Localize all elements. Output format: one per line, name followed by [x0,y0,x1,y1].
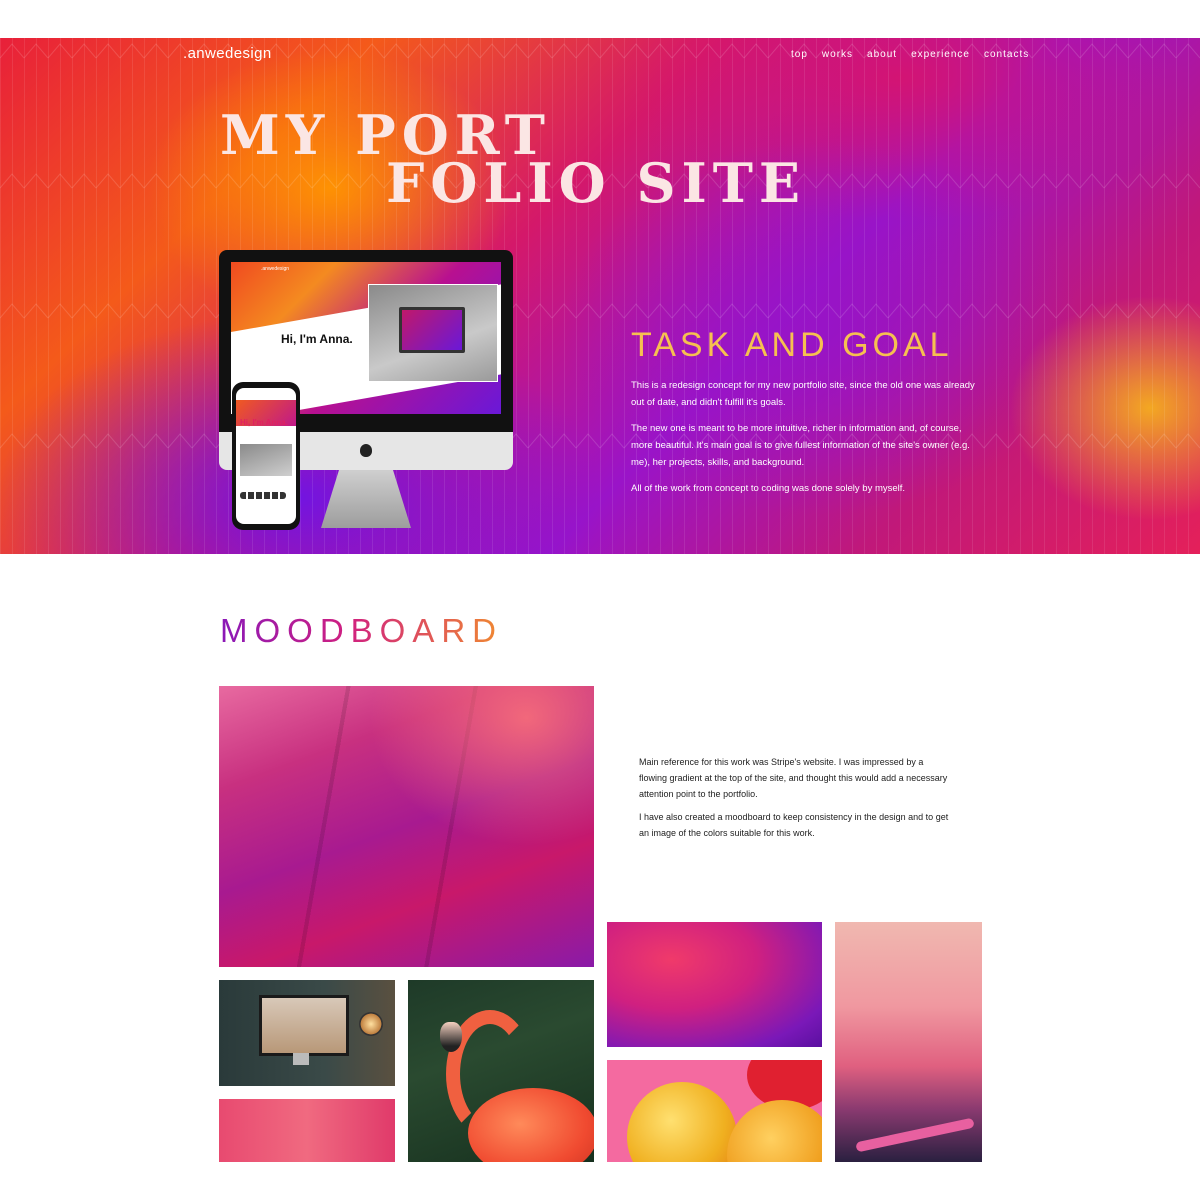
moodboard-photo-mango [607,1060,822,1162]
page-title-line2: FOLIO SITE [386,151,807,215]
mango-right [727,1100,822,1162]
nav-contacts[interactable]: contacts [984,49,1029,60]
task-paragraph: The new one is meant to be more intuitiv… [631,423,970,468]
moodboard-paragraph: Main reference for this work was Stripe'… [639,757,948,799]
nav-experience[interactable]: experience [911,49,970,60]
main-nav: top works about experience contacts [791,49,1029,60]
task-paragraph: All of the work from concept to coding w… [631,483,906,494]
imac-stand [321,470,411,528]
task-goal-heading: TASK AND GOAL [631,326,953,364]
mockup-laptop-photo [368,284,498,382]
phone-laptop-photo [240,444,292,476]
moodboard-photo-pink [219,1099,395,1162]
phone-skill-icons [240,492,286,499]
site-logo[interactable]: .anwedesign [183,45,272,62]
nav-works[interactable]: works [822,49,853,60]
hero-section: .anwedesign top works about experience c… [0,38,1200,554]
page-title: MY PORT FOLIO SITE [220,108,806,210]
desk-lamp [359,1012,383,1036]
mockup-greeting: Hi, I'm Anna. [281,332,353,346]
moodboard-photo-imac [219,980,395,1086]
task-paragraph: This is a redesign concept for my new po… [631,380,975,408]
desk-imac-stand [293,1053,309,1065]
moodboard-text: Main reference for this work was Stripe'… [639,754,949,848]
flamingo-beak [440,1022,462,1052]
building-highlight [369,686,594,846]
moodboard-photo-building [219,686,594,967]
desk-imac-screen [259,995,349,1056]
mango-left [627,1082,737,1162]
moodboard-photo-flamingo [408,980,594,1162]
moodboard-photo-galaxy [607,922,822,1047]
sunset-river [855,1117,975,1153]
mockup-logo: .anwedesign [261,266,290,272]
nav-top[interactable]: top [791,49,808,60]
moodboard-paragraph: I have also created a moodboard to keep … [639,812,949,838]
apple-logo-icon [360,444,372,457]
phone-greeting: Hi, I'm Anna. [240,418,288,427]
task-goal-text: This is a redesign concept for my new po… [631,377,983,506]
phone-screen: Hi, I'm Anna. [236,388,296,524]
moodboard-photo-sunset [835,922,982,1162]
nav-about[interactable]: about [867,49,897,60]
phone-mockup: Hi, I'm Anna. [232,382,300,530]
moodboard-heading: MOODBOARD [220,612,504,649]
